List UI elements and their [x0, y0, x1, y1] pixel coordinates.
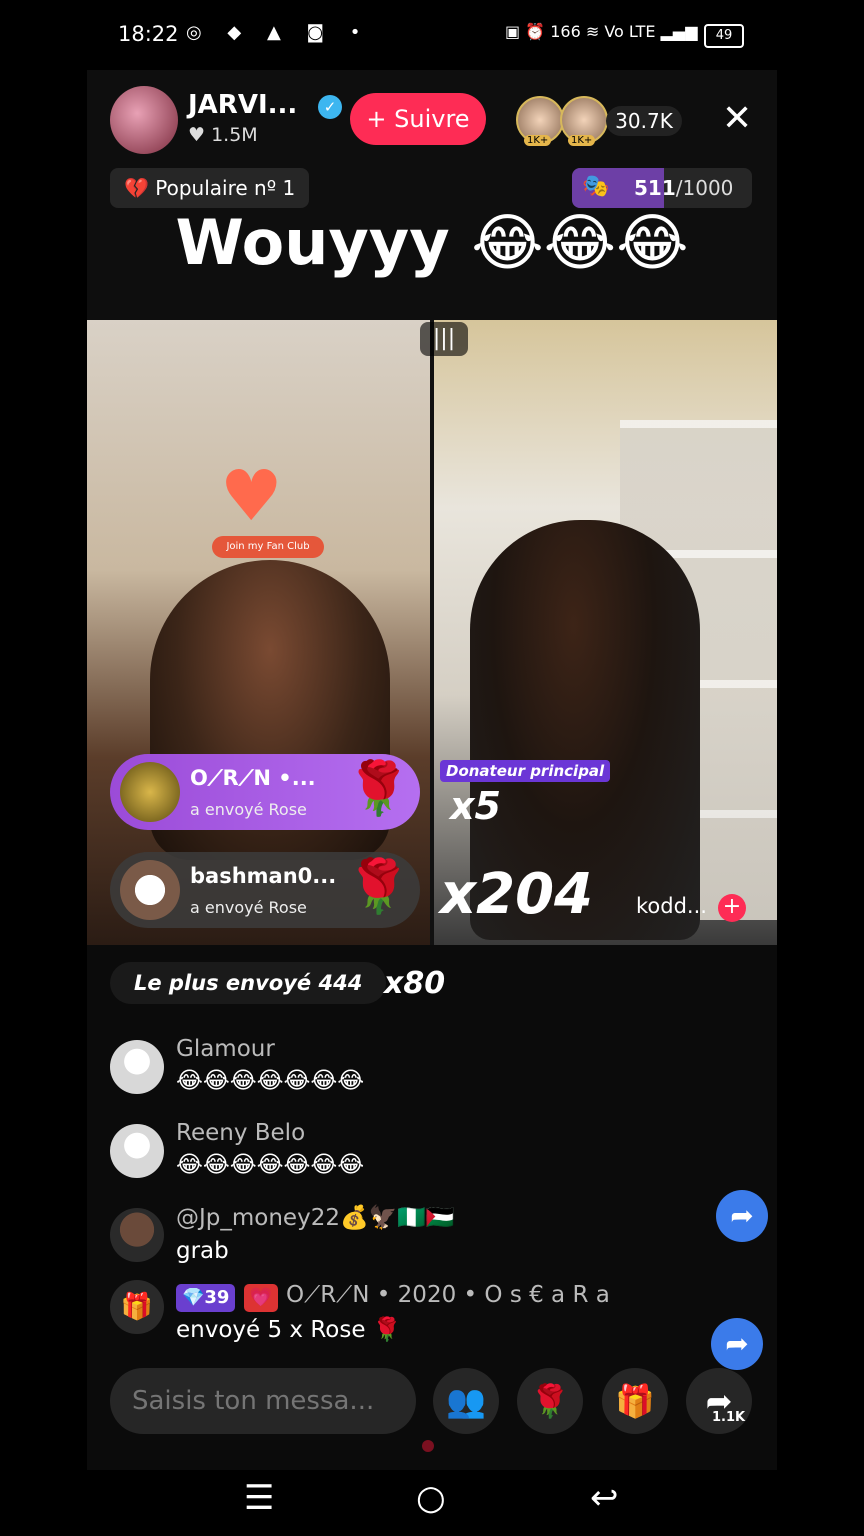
gifter-name: bashman0...: [190, 864, 337, 888]
chat-message: grab: [176, 1238, 229, 1264]
chat-avatar[interactable]: [110, 1208, 164, 1262]
verified-icon: ✓: [318, 95, 342, 119]
combo-multiplier-big: x204: [440, 862, 594, 927]
battle-divider: [430, 320, 434, 945]
host-name[interactable]: JARVI...: [188, 90, 297, 120]
message-input[interactable]: [110, 1368, 416, 1434]
popular-rank-badge[interactable]: 💔 Populaire nº 1: [110, 168, 310, 208]
chat-username[interactable]: @Jp_money22💰🦅🇳🇬🇵🇸: [176, 1204, 455, 1231]
most-sent-banner: Le plus envoyé 444: [110, 962, 387, 1004]
gifter-avatar: [120, 762, 180, 822]
fan-badge: 💗: [244, 1284, 278, 1312]
chat-avatar[interactable]: [110, 1040, 164, 1094]
gift-event-user[interactable]: O⟋R⟋N • 2020 • O s € a R a: [286, 1282, 610, 1308]
status-time: 18:22: [118, 22, 179, 46]
chat-username[interactable]: Glamour: [176, 1036, 275, 1062]
top-donor-label: Donateur principal: [440, 760, 611, 782]
goal-gift-icon: 🎭: [582, 174, 610, 199]
recent-apps-icon[interactable]: ☰: [244, 1478, 274, 1518]
combo-multiplier-small: x5: [450, 784, 501, 828]
gift-toast: O⟋R⟋N •... a envoyé Rose 🌹: [110, 754, 420, 830]
notification-icons: ◎ ◆ ▲ ◙ •: [186, 22, 371, 43]
battery-icon: 49: [704, 24, 744, 48]
most-sent-multiplier: x80: [384, 966, 446, 1001]
chat-username[interactable]: Reeny Belo: [176, 1120, 305, 1146]
gifter-avatar: [120, 860, 180, 920]
back-icon[interactable]: ↩: [590, 1478, 619, 1518]
fan-club-heart-icon[interactable]: ♥: [220, 455, 283, 537]
gifter-name: O⟋R⟋N •...: [190, 766, 316, 790]
fan-club-label[interactable]: Join my Fan Club: [212, 536, 324, 558]
follow-button[interactable]: + Suivre: [350, 93, 486, 145]
chat-message: 😂😂😂😂😂😂😂: [176, 1152, 365, 1178]
chat-avatar[interactable]: [110, 1124, 164, 1178]
home-icon[interactable]: ○: [416, 1478, 446, 1518]
gift-description: a envoyé Rose: [190, 898, 307, 917]
gift-event-icon: 🎁: [110, 1280, 164, 1334]
goal-text: 511/1000: [634, 176, 734, 200]
level-badge: 💎39: [176, 1284, 236, 1312]
share-icon[interactable]: ➦: [716, 1190, 768, 1242]
gift-toast: bashman0... a envoyé Rose 🌹: [110, 852, 420, 928]
gift-description: a envoyé Rose: [190, 800, 307, 819]
rose-gift-icon: 🌹: [346, 759, 411, 819]
audio-level-icon[interactable]: |||: [420, 322, 468, 356]
top-viewer-avatar[interactable]: 1K+: [560, 96, 608, 146]
viewer-badge: 1K+: [568, 135, 596, 146]
multi-guest-icon[interactable]: 👥: [433, 1368, 499, 1434]
opponent-host-name[interactable]: kodd...: [636, 894, 707, 918]
live-title: Wouyyy 😂😂😂: [175, 206, 689, 279]
gift-button[interactable]: 🎁: [602, 1368, 668, 1434]
system-icons: ▣ ⏰ 166 ≋ Vo LTE ▂▄▆: [505, 22, 698, 41]
rose-gift-icon: 🌹: [346, 857, 411, 917]
chat-message: 😂😂😂😂😂😂😂: [176, 1068, 365, 1094]
follow-opponent-plus-icon[interactable]: +: [718, 894, 746, 922]
rose-gift-button[interactable]: 🌹: [517, 1368, 583, 1434]
gift-event-message: envoyé 5 x Rose 🌹: [176, 1317, 402, 1343]
goal-progress[interactable]: 🎭 511/1000: [572, 168, 752, 208]
host-likes: ♥ 1.5M: [188, 124, 258, 146]
viewer-count[interactable]: 30.7K: [606, 106, 682, 136]
recording-dot: [422, 1440, 434, 1452]
close-icon[interactable]: ✕: [722, 98, 752, 139]
top-viewer-avatar[interactable]: 1K+: [516, 96, 564, 146]
host-avatar[interactable]: [110, 86, 178, 154]
share-count: 1.1K: [712, 1410, 746, 1425]
share-icon[interactable]: ➦: [711, 1318, 763, 1370]
viewer-badge: 1K+: [524, 135, 552, 146]
